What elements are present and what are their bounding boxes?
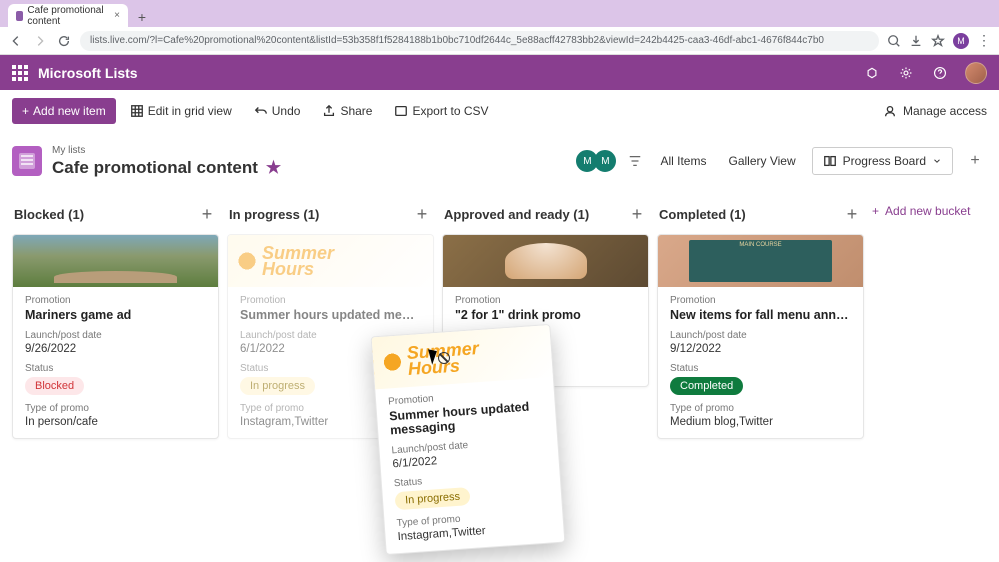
bucket-title[interactable]: Blocked (1) <box>14 207 84 222</box>
url-text: lists.live.com/?l=Cafe%20promotional%20c… <box>90 35 824 46</box>
field-label: Promotion <box>25 295 206 306</box>
address-bar[interactable]: lists.live.com/?l=Cafe%20promotional%20c… <box>80 31 879 51</box>
browser-menu-icon[interactable]: ⋮ <box>977 34 991 48</box>
bucket-completed: Completed (1) + MAIN COURSE Promotion Ne… <box>657 198 864 554</box>
share-button[interactable]: Share <box>314 98 380 124</box>
card-title: Summer hours updated messagi... <box>240 308 421 322</box>
bucket-title[interactable]: Completed (1) <box>659 207 746 222</box>
forward-button[interactable] <box>32 33 48 49</box>
browser-toolbar: lists.live.com/?l=Cafe%20promotional%20c… <box>0 27 999 55</box>
field-label: Promotion <box>240 295 421 306</box>
new-tab-button[interactable]: + <box>132 7 152 27</box>
card-title: "2 for 1" drink promo <box>455 308 636 322</box>
card-thumbnail: SummerHours <box>372 325 553 389</box>
add-card-button[interactable]: + <box>842 204 862 224</box>
field-value: In person/cafe <box>25 416 206 428</box>
card-thumbnail <box>443 235 648 287</box>
field-label: Status <box>394 468 548 490</box>
add-card-button[interactable]: + <box>627 204 647 224</box>
browser-profile-avatar[interactable]: M <box>953 33 969 49</box>
status-badge: Completed <box>670 377 743 395</box>
add-view-button[interactable]: + <box>963 149 987 173</box>
bookmark-icon[interactable] <box>931 34 945 48</box>
zoom-icon[interactable] <box>887 34 901 48</box>
field-label: Status <box>25 363 206 374</box>
browser-tab[interactable]: Cafe promotional content × <box>8 4 128 27</box>
card-thumbnail: SummerHours <box>228 235 433 287</box>
dragging-card[interactable]: SummerHours Promotion Summer hours updat… <box>371 324 566 555</box>
close-tab-icon[interactable]: × <box>114 10 120 21</box>
edit-grid-button[interactable]: Edit in grid view <box>122 98 240 124</box>
add-bucket-button[interactable]: +Add new bucket <box>872 204 970 218</box>
filter-icon[interactable] <box>626 152 644 170</box>
status-badge: Blocked <box>25 377 84 395</box>
add-card-button[interactable]: + <box>197 204 217 224</box>
card-title: New items for fall menu annouc... <box>670 308 851 322</box>
presence-avatar[interactable]: M <box>594 150 616 172</box>
app-launcher-icon[interactable] <box>12 65 28 81</box>
cursor-no-drop-icon <box>432 350 450 367</box>
card[interactable]: MAIN COURSE Promotion New items for fall… <box>657 234 864 439</box>
field-label: Promotion <box>455 295 636 306</box>
view-selector[interactable]: Progress Board <box>812 147 953 175</box>
list-icon <box>12 146 42 176</box>
app-title: Microsoft Lists <box>38 65 138 81</box>
field-label: Type of promo <box>25 403 206 414</box>
field-value: 9/12/2022 <box>670 343 851 355</box>
tab-title: Cafe promotional content <box>27 5 110 27</box>
view-gallery[interactable]: Gallery View <box>722 150 801 172</box>
premium-icon[interactable] <box>863 64 881 82</box>
field-label: Launch/post date <box>670 330 851 341</box>
field-value: Medium blog,Twitter <box>670 416 851 428</box>
presence-indicators[interactable]: M M <box>580 150 616 172</box>
list-header: My lists Cafe promotional content ★ M M … <box>0 132 999 190</box>
tab-favicon <box>16 11 23 21</box>
bucket-title[interactable]: In progress (1) <box>229 207 319 222</box>
help-icon[interactable] <box>931 64 949 82</box>
command-bar: +Add new item Edit in grid view Undo Sha… <box>0 90 999 132</box>
card-thumbnail: MAIN COURSE <box>658 235 863 287</box>
field-label: Launch/post date <box>25 330 206 341</box>
breadcrumb[interactable]: My lists <box>52 145 281 156</box>
card-thumbnail <box>13 235 218 287</box>
card[interactable]: Promotion Mariners game ad Launch/post d… <box>12 234 219 439</box>
view-all-items[interactable]: All Items <box>654 150 712 172</box>
reload-button[interactable] <box>56 33 72 49</box>
settings-icon[interactable] <box>897 64 915 82</box>
undo-button[interactable]: Undo <box>246 98 309 124</box>
card-title: Mariners game ad <box>25 308 206 322</box>
favorite-star-icon[interactable]: ★ <box>266 158 281 178</box>
bucket-blocked: Blocked (1) + Promotion Mariners game ad… <box>12 198 219 554</box>
add-card-button[interactable]: + <box>412 204 432 224</box>
manage-access-button[interactable]: Manage access <box>883 104 987 118</box>
export-csv-button[interactable]: Export to CSV <box>386 98 496 124</box>
install-icon[interactable] <box>909 34 923 48</box>
field-label: Promotion <box>670 295 851 306</box>
list-title: Cafe promotional content ★ <box>52 158 281 178</box>
browser-tab-strip: Cafe promotional content × + <box>0 0 999 27</box>
bucket-title[interactable]: Approved and ready (1) <box>444 207 589 222</box>
field-label: Status <box>670 363 851 374</box>
add-item-button[interactable]: +Add new item <box>12 98 116 124</box>
status-badge: In progress <box>395 487 471 510</box>
back-button[interactable] <box>8 33 24 49</box>
app-header: Microsoft Lists <box>0 55 999 90</box>
field-label: Type of promo <box>670 403 851 414</box>
user-avatar[interactable] <box>965 62 987 84</box>
status-badge: In progress <box>240 377 315 395</box>
add-bucket-column: +Add new bucket <box>872 198 970 554</box>
field-value: 9/26/2022 <box>25 343 206 355</box>
